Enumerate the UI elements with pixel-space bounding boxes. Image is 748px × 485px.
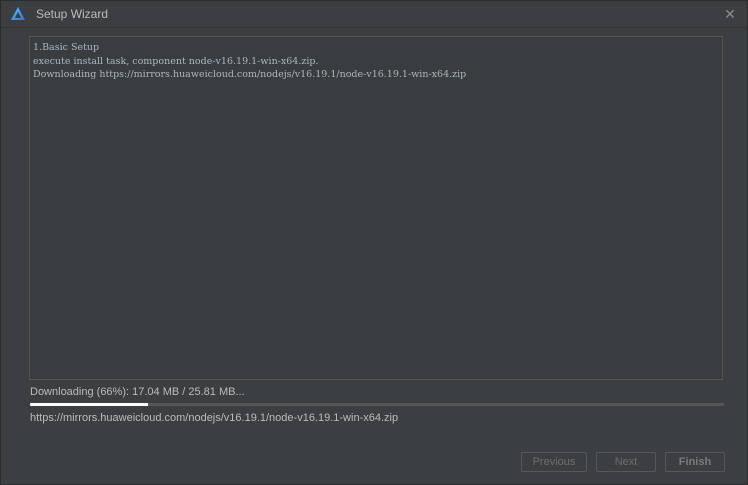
download-progress-label: Downloading (66%): 17.04 MB / 25.81 MB..… (30, 386, 245, 398)
download-progress-fill (30, 403, 148, 406)
next-button[interactable]: Next (596, 452, 656, 472)
log-line: Downloading https://mirrors.huaweicloud.… (33, 69, 467, 80)
setup-wizard-window: Setup Wizard ✕ 1.Basic Setup execute ins… (0, 0, 748, 485)
title-bar[interactable]: Setup Wizard ✕ (1, 1, 747, 28)
download-progress-bar (30, 403, 724, 406)
finish-button[interactable]: Finish (665, 452, 725, 472)
footer-divider (1, 439, 747, 440)
window-title: Setup Wizard (36, 7, 109, 21)
download-url-label: https://mirrors.huaweicloud.com/nodejs/v… (30, 412, 399, 424)
install-log-panel[interactable]: 1.Basic Setup execute install task, comp… (29, 36, 723, 380)
close-icon[interactable]: ✕ (721, 5, 739, 23)
log-line: 1.Basic Setup (33, 42, 100, 53)
triangle-logo-icon (10, 6, 26, 22)
previous-button[interactable]: Previous (521, 452, 587, 472)
log-line: execute install task, component node-v16… (33, 55, 319, 67)
